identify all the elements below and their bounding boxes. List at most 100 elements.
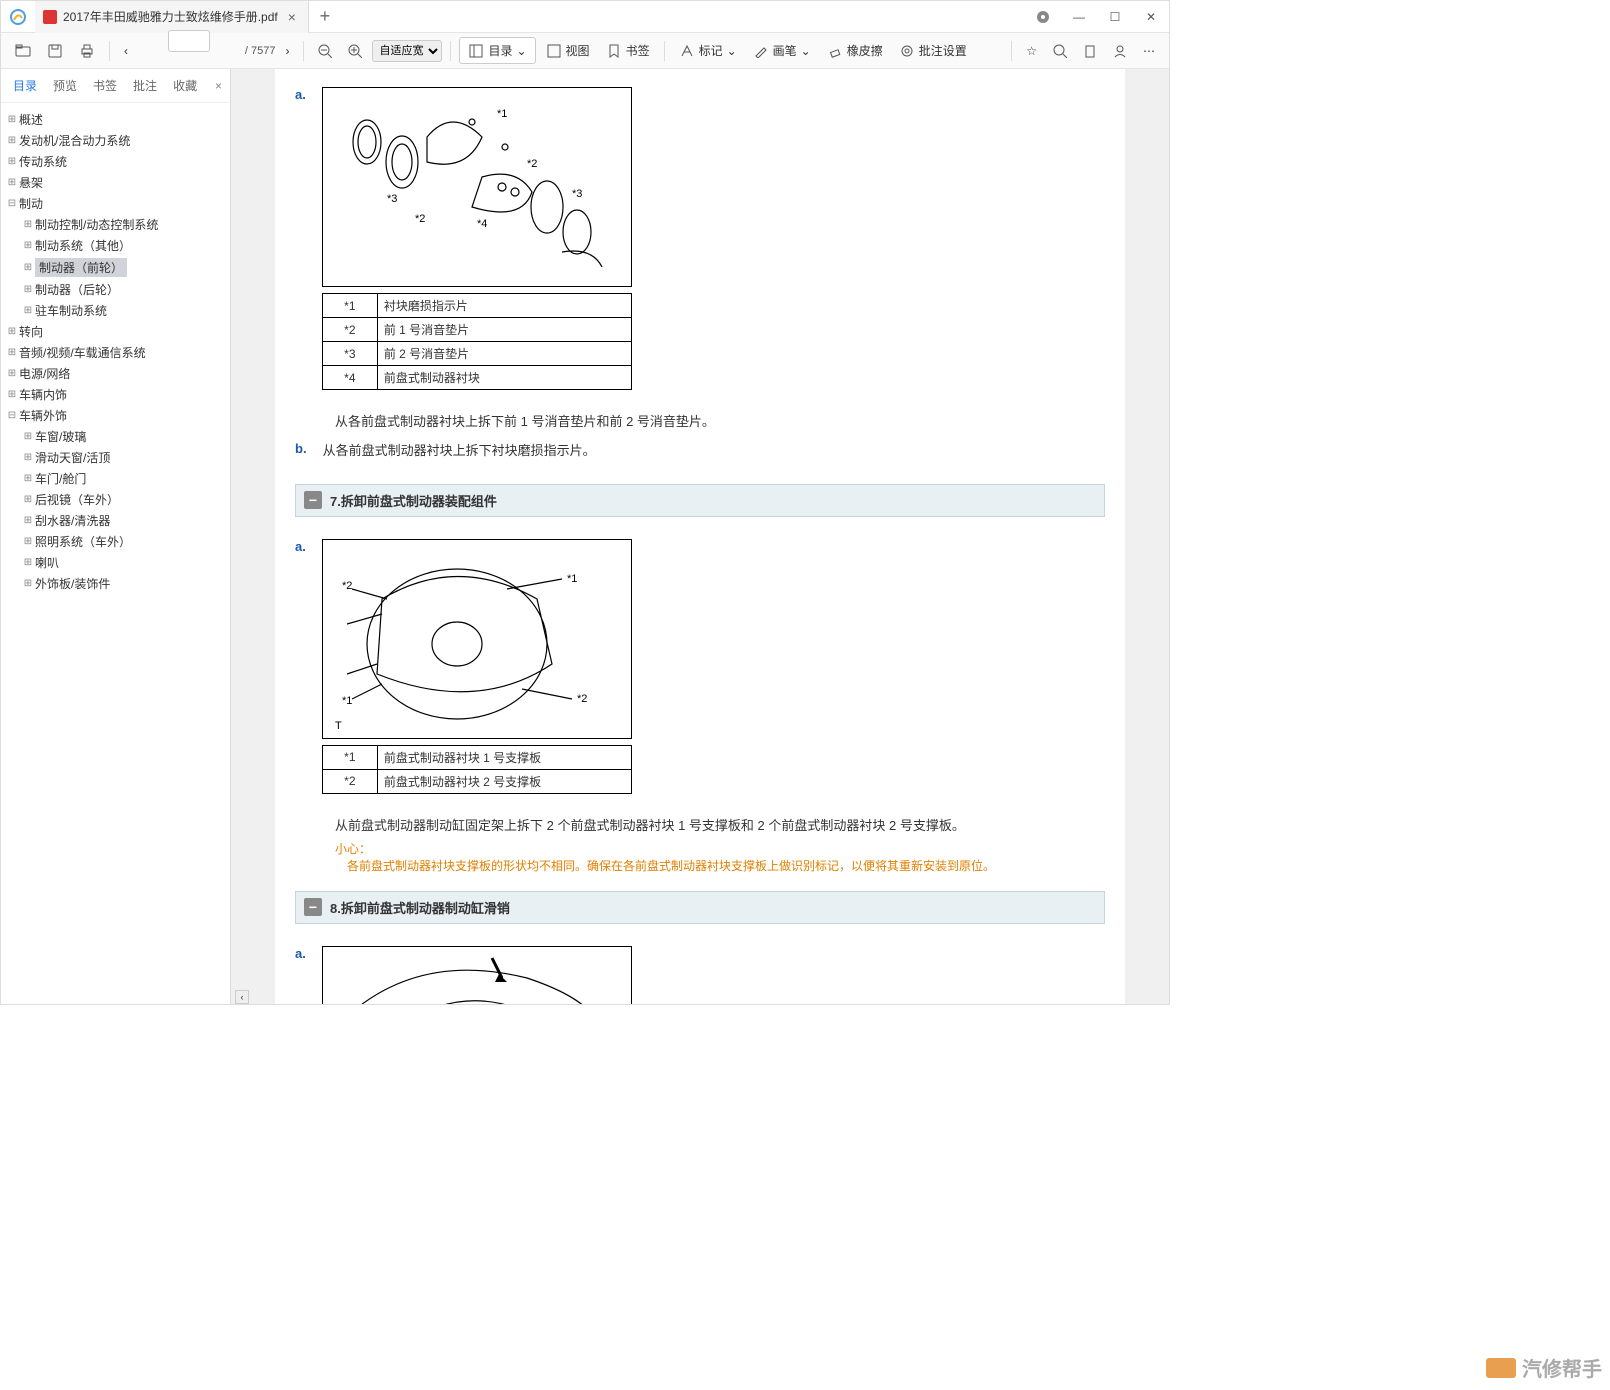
next-page-button[interactable]: › — [279, 40, 295, 62]
expand-icon[interactable]: ⊞ — [5, 114, 19, 125]
tree-node[interactable]: ⊞外饰板/装饰件 — [21, 573, 226, 594]
view-button[interactable]: 视图 — [540, 38, 596, 63]
toc-dropdown[interactable]: 目录 ⌄ — [459, 37, 535, 64]
expand-icon[interactable]: ⊞ — [21, 219, 35, 230]
watermark: 汽修帮手 — [1486, 1353, 1602, 1382]
tree-node[interactable]: ⊞转向 — [5, 321, 226, 342]
tree-node[interactable]: ⊟制动 — [5, 193, 226, 214]
print-button[interactable] — [73, 39, 101, 63]
tree-node[interactable]: ⊞制动器（后轮） — [21, 279, 226, 300]
tree-node[interactable]: ⊞音频/视频/车载通信系统 — [5, 342, 226, 363]
mark-button[interactable]: 标记⌄ — [673, 38, 743, 63]
tree-node[interactable]: ⊞车窗/玻璃 — [21, 426, 226, 447]
new-tab-button[interactable]: + — [309, 6, 341, 27]
zoom-out-button[interactable] — [312, 40, 338, 62]
page-input[interactable] — [168, 30, 210, 52]
expand-icon[interactable]: ⊞ — [5, 347, 19, 358]
expand-icon[interactable]: ⊞ — [21, 578, 35, 589]
tree-node[interactable]: ⊞喇叭 — [21, 552, 226, 573]
document-tab[interactable]: 2017年丰田威驰雅力士致炫维修手册.pdf × — [35, 1, 309, 33]
settings-icon[interactable] — [1025, 1, 1061, 33]
expand-icon[interactable]: ⊞ — [21, 515, 35, 526]
expand-icon[interactable]: ⊞ — [5, 389, 19, 400]
expand-icon[interactable]: ⊞ — [5, 135, 19, 146]
svg-text:*3: *3 — [387, 193, 397, 205]
expand-icon[interactable]: ⊞ — [21, 473, 35, 484]
expand-icon[interactable]: ⊞ — [21, 494, 35, 505]
tree-label: 制动控制/动态控制系统 — [35, 216, 158, 233]
sidebar-tab-toc[interactable]: 目录 — [9, 75, 41, 96]
expand-icon[interactable]: ⊞ — [21, 536, 35, 547]
tree-node[interactable]: ⊞传动系统 — [5, 151, 226, 172]
expand-icon[interactable]: ⊞ — [21, 240, 35, 251]
tree-label: 照明系统（车外） — [35, 533, 131, 550]
tree-node[interactable]: ⊞驻车制动系统 — [21, 300, 226, 321]
tree-node[interactable]: ⊞滑动天窗/活顶 — [21, 447, 226, 468]
save-button[interactable] — [41, 39, 69, 63]
tree-label: 电源/网络 — [19, 365, 70, 382]
open-file-button[interactable] — [9, 39, 37, 63]
save-icon — [47, 43, 63, 59]
zoom-mode-select[interactable]: 自适应宽 — [372, 40, 442, 62]
expand-icon[interactable]: ⊞ — [21, 431, 35, 442]
sidebar-tab-preview[interactable]: 预览 — [49, 75, 81, 96]
minimize-button[interactable]: — — [1061, 1, 1097, 33]
expand-icon[interactable]: ⊞ — [21, 452, 35, 463]
expand-icon[interactable]: ⊞ — [21, 557, 35, 568]
tree-node[interactable]: ⊞刮水器/清洗器 — [21, 510, 226, 531]
favorite-button[interactable]: ☆ — [1020, 40, 1043, 62]
tree-node[interactable]: ⊞概述 — [5, 109, 226, 130]
collapse-icon[interactable]: − — [304, 898, 322, 916]
close-window-button[interactable]: ✕ — [1133, 1, 1169, 33]
section-header-7[interactable]: − 7.拆卸前盘式制动器装配组件 — [295, 484, 1105, 517]
tree-label: 车门/舱门 — [35, 470, 86, 487]
user-button[interactable] — [1107, 40, 1133, 62]
section-header-8[interactable]: − 8.拆卸前盘式制动器制动缸滑销 — [295, 891, 1105, 924]
car-icon — [1486, 1358, 1516, 1378]
expand-icon[interactable]: ⊞ — [5, 177, 19, 188]
tree-node[interactable]: ⊞悬架 — [5, 172, 226, 193]
expand-icon[interactable]: ⊞ — [21, 305, 35, 316]
sidebar-tab-bookmark[interactable]: 书签 — [89, 75, 121, 96]
expand-icon[interactable]: ⊞ — [21, 262, 35, 273]
horizontal-scrollbar[interactable]: ‹ — [235, 990, 1165, 1004]
tree-node[interactable]: ⊞后视镜（车外） — [21, 489, 226, 510]
sidebar-tab-favorite[interactable]: 收藏 — [169, 75, 201, 96]
tree-node[interactable]: ⊞车门/舱门 — [21, 468, 226, 489]
eraser-button[interactable]: 橡皮擦 — [821, 38, 889, 63]
tree-node[interactable]: ⊞制动器（前轮） — [21, 256, 226, 279]
expand-icon[interactable]: ⊞ — [5, 156, 19, 167]
expand-icon[interactable]: ⊞ — [5, 368, 19, 379]
more-button[interactable]: ⋯ — [1137, 40, 1161, 62]
expand-icon[interactable]: ⊟ — [5, 198, 19, 209]
tree-label: 悬架 — [19, 174, 43, 191]
maximize-button[interactable]: ☐ — [1097, 1, 1133, 33]
tree-node[interactable]: ⊞制动控制/动态控制系统 — [21, 214, 226, 235]
step-text: 从各前盘式制动器衬块上拆下前 1 号消音垫片和前 2 号消音垫片。 — [295, 412, 1105, 433]
search-button[interactable] — [1047, 40, 1073, 62]
collapse-icon[interactable]: − — [304, 491, 322, 509]
prev-page-button[interactable]: ‹ — [118, 40, 134, 62]
scroll-left[interactable]: ‹ — [235, 990, 249, 1004]
tree-node[interactable]: ⊟车辆外饰 — [5, 405, 226, 426]
tree-node[interactable]: ⊞照明系统（车外） — [21, 531, 226, 552]
clipboard-button[interactable] — [1077, 40, 1103, 62]
sidebar-tab-annotate[interactable]: 批注 — [129, 75, 161, 96]
tree-node[interactable]: ⊞制动系统（其他） — [21, 235, 226, 256]
document-view[interactable]: a. — [231, 69, 1169, 1004]
tree-label: 转向 — [19, 323, 43, 340]
brush-button[interactable]: 画笔⌄ — [747, 38, 817, 63]
toc-tree[interactable]: ⊞概述⊞发动机/混合动力系统⊞传动系统⊞悬架⊟制动⊞制动控制/动态控制系统⊞制动… — [1, 103, 230, 1004]
tree-node[interactable]: ⊞车辆内饰 — [5, 384, 226, 405]
bookmark-button[interactable]: 书签 — [600, 38, 656, 63]
sidebar-close[interactable]: × — [215, 79, 222, 93]
tree-node[interactable]: ⊞发动机/混合动力系统 — [5, 130, 226, 151]
tab-close[interactable]: × — [284, 9, 300, 25]
batch-button[interactable]: 批注设置 — [893, 38, 973, 63]
expand-icon[interactable]: ⊞ — [5, 326, 19, 337]
expand-icon[interactable]: ⊟ — [5, 410, 19, 421]
expand-icon[interactable]: ⊞ — [21, 284, 35, 295]
zoom-in-button[interactable] — [342, 40, 368, 62]
tree-node[interactable]: ⊞电源/网络 — [5, 363, 226, 384]
titlebar: 2017年丰田威驰雅力士致炫维修手册.pdf × + — ☐ ✕ — [1, 1, 1169, 33]
